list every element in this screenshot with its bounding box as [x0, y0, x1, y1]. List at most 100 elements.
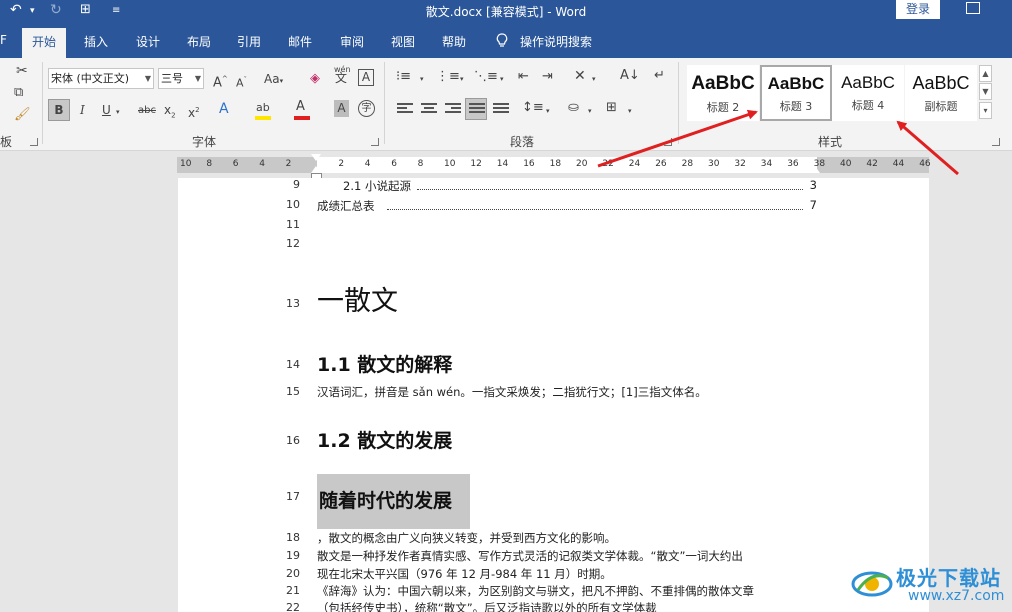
format-painter-icon[interactable]: 🖌	[14, 106, 31, 124]
ruler-number: 2	[285, 159, 292, 169]
chevron-down-icon[interactable]: ▾	[460, 70, 464, 88]
tab-help[interactable]: 帮助	[442, 33, 466, 50]
style-heading-2[interactable]: AaBbC 标题 2	[687, 65, 759, 121]
styles-launcher-icon[interactable]	[992, 138, 1000, 146]
tab-review[interactable]: 审阅	[340, 33, 364, 50]
body-paragraph[interactable]: 《辞海》认为：中国六朝以来，为区别韵文与骈文，把凡不押韵、不重排偶的散体文章	[317, 583, 754, 599]
chinese-layout-icon[interactable]: ✕	[574, 67, 586, 85]
style-subtitle[interactable]: AaBbC 副标题	[905, 65, 977, 121]
chevron-down-icon[interactable]: ▾	[628, 102, 632, 120]
superscript-button[interactable]: x2	[188, 101, 200, 122]
character-shading-icon[interactable]: A	[334, 100, 349, 117]
style-heading-4[interactable]: AaBbC 标题 4	[832, 65, 904, 121]
tab-layout[interactable]: 布局	[187, 33, 211, 50]
tab-view[interactable]: 视图	[391, 33, 415, 50]
font-group-label: 字体	[192, 135, 217, 149]
chevron-down-icon[interactable]: ▾	[546, 102, 550, 120]
selected-heading-3[interactable]: 随着时代的发展	[317, 474, 470, 529]
italic-button[interactable]: I	[80, 101, 85, 119]
first-line-indent-marker[interactable]	[311, 154, 321, 161]
align-center-icon[interactable]	[421, 103, 437, 115]
chevron-down-icon[interactable]: ▾	[420, 70, 424, 88]
document-page[interactable]: 9 2.1 小说起源 3 10 成绩汇总表 7 11 12 13 一散文 14 …	[178, 178, 929, 612]
toc-entry[interactable]: 2.1 小说起源 3	[317, 178, 817, 194]
align-left-icon[interactable]	[397, 103, 413, 115]
ruler-number: 28	[681, 159, 694, 169]
copy-icon[interactable]: ⧉	[14, 84, 23, 102]
increase-indent-icon[interactable]: ⇥	[542, 68, 553, 86]
style-sample: AaBbC	[767, 74, 825, 93]
heading-2[interactable]: 1.2 散文的发展	[317, 426, 452, 453]
line-spacing-icon[interactable]: ↕≡	[522, 99, 544, 117]
numbering-icon[interactable]: ⋮≡	[436, 68, 460, 86]
show-hide-marks-icon[interactable]: ↵	[654, 67, 665, 85]
right-indent-marker[interactable]	[810, 166, 820, 173]
tab-insert[interactable]: 插入	[84, 33, 108, 50]
chevron-down-icon[interactable]: ▾	[500, 70, 504, 88]
font-launcher-icon[interactable]	[371, 138, 379, 146]
grow-font-icon[interactable]: A^	[213, 70, 228, 92]
tab-mailings[interactable]: 邮件	[288, 33, 312, 50]
gallery-scroll-up-icon[interactable]: ▲	[979, 65, 992, 82]
multilevel-list-icon[interactable]: ⋱≡	[474, 68, 498, 86]
decrease-indent-icon[interactable]: ⇤	[518, 68, 529, 86]
change-case-button[interactable]: Aa▾	[264, 70, 283, 90]
gallery-more-icon[interactable]: ▾	[979, 102, 992, 119]
font-size-select[interactable]: 三号 ▼	[158, 68, 204, 89]
line-number: 20	[286, 567, 300, 580]
enclose-characters-icon[interactable]: 字	[358, 100, 375, 117]
shrink-font-icon[interactable]: Aˇ	[236, 71, 247, 93]
phonetic-guide-button[interactable]: wén 文	[334, 65, 351, 84]
distributed-icon[interactable]	[493, 103, 509, 115]
chevron-down-icon[interactable]: ▾	[592, 70, 596, 88]
sort-icon[interactable]: A↓	[620, 67, 640, 85]
clipboard-launcher-icon[interactable]	[30, 138, 38, 146]
body-paragraph[interactable]: （包括经传史书），统称“散文”。后又泛指诗歌以外的所有文学体裁	[317, 600, 657, 612]
gallery-scroll-down-icon[interactable]: ▼	[979, 83, 992, 100]
body-paragraph[interactable]: 汉语词汇，拼音是 sǎn wén。一指文采焕发；二指犹行文；[1]三指文体名。	[317, 384, 707, 400]
tell-me-search[interactable]: 操作说明搜索	[520, 33, 592, 50]
ruler-number: 8	[417, 159, 424, 169]
login-button[interactable]: 登录	[896, 0, 940, 19]
paragraph-launcher-icon[interactable]	[664, 138, 672, 146]
ribbon-tab-bar: F 开始 插入 设计 布局 引用 邮件 审阅 视图 帮助 操作说明搜索	[0, 22, 1012, 58]
body-paragraph[interactable]: ，散文的概念由广义向狭义转变，并受到西方文化的影响。	[317, 530, 616, 546]
chevron-down-icon[interactable]: ▾	[116, 103, 120, 121]
font-name-select[interactable]: 宋体 (中文正文) ▼	[48, 68, 154, 89]
ribbon-display-options-icon[interactable]	[966, 2, 980, 14]
style-heading-3[interactable]: AaBbC 标题 3	[760, 65, 832, 121]
bullets-icon[interactable]: ⁝≡	[396, 68, 411, 86]
shading-icon[interactable]: ⛀	[568, 99, 579, 117]
strikethrough-button[interactable]: abc	[138, 102, 156, 120]
heading-1[interactable]: 一散文	[317, 279, 398, 318]
tab-home[interactable]: 开始	[22, 28, 67, 58]
cut-icon[interactable]: ✂	[16, 62, 28, 80]
borders-icon[interactable]: ⊞	[606, 99, 617, 117]
clear-formatting-icon[interactable]: ◈	[310, 70, 320, 88]
justify-button[interactable]	[465, 98, 487, 120]
ruler-number: 44	[892, 159, 905, 169]
ruler-number: 34	[760, 159, 773, 169]
toc-entry[interactable]: 成绩汇总表 7	[317, 198, 817, 214]
body-paragraph[interactable]: 散文是一种抒发作者真情实感、写作方式灵活的记叙类文学体裁。“散文”一词大约出	[317, 548, 743, 564]
underline-button[interactable]: U	[102, 101, 111, 119]
font-color-icon[interactable]: A	[296, 98, 305, 116]
bold-button[interactable]: B	[48, 99, 70, 121]
tab-design[interactable]: 设计	[136, 33, 160, 50]
tab-file[interactable]: F	[0, 33, 7, 47]
title-bar: ↶ ▾ ↻ ⊞ ≡ 散文.docx [兼容模式] - Word 登录	[0, 0, 1012, 22]
tab-references[interactable]: 引用	[237, 33, 261, 50]
line-number: 10	[286, 198, 300, 211]
text-effects-icon[interactable]: A	[219, 100, 229, 118]
align-right-icon[interactable]	[445, 103, 461, 115]
highlight-icon[interactable]: ab	[256, 99, 270, 117]
body-paragraph[interactable]: 现在北宋太平兴国（976 年 12 月-984 年 11 月）时期。	[317, 566, 612, 582]
line-number: 13	[286, 297, 300, 310]
character-border-icon[interactable]: A	[358, 69, 374, 86]
font-size-value: 三号	[161, 72, 183, 85]
style-name: 副标题	[924, 100, 958, 113]
hanging-indent-marker[interactable]	[311, 166, 321, 173]
chevron-down-icon[interactable]: ▾	[588, 102, 592, 120]
heading-2[interactable]: 1.1 散文的解释	[317, 350, 452, 377]
subscript-button[interactable]: x2	[164, 101, 176, 124]
